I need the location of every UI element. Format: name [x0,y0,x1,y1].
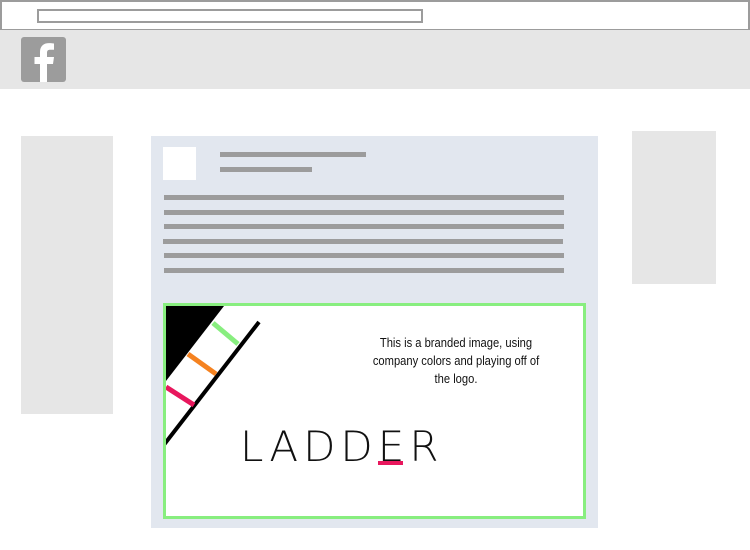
ladder-rung-green [211,321,240,346]
address-bar[interactable] [37,9,423,23]
site-header [0,30,750,89]
post-meta-placeholder [220,167,312,172]
author-name-placeholder [220,152,366,157]
post-card: This is a branded image, using company c… [151,136,598,528]
left-sidebar-placeholder [21,136,113,414]
text-line-placeholder [164,253,564,258]
avatar [163,147,196,180]
text-line-placeholder [164,224,564,229]
text-line-placeholder [164,268,564,273]
right-sidebar-placeholder [632,131,716,284]
text-line-placeholder [164,210,564,215]
text-line-placeholder [164,195,564,200]
ladder-rung-pink [166,384,196,408]
branded-image-caption: This is a branded image, using company c… [372,335,540,386]
branded-image[interactable]: This is a branded image, using company c… [163,303,586,519]
facebook-logo-icon[interactable] [21,37,66,82]
browser-bar [0,0,750,30]
ladder-rung-orange [186,351,218,377]
wordmark-e-pink-bar [377,461,404,465]
ladder-wordmark-logo: LADDE R [240,422,444,471]
black-triangle [166,306,224,381]
text-line-placeholder [163,239,563,244]
